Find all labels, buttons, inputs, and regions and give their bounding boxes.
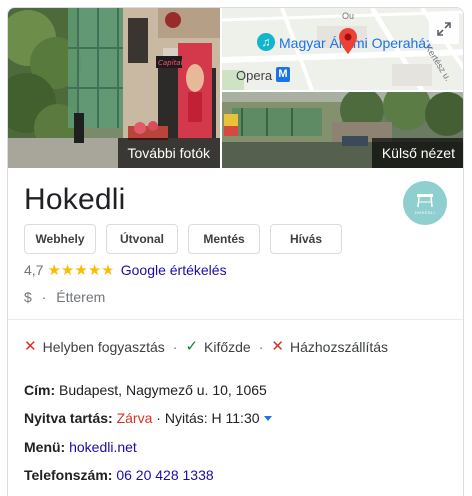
separator: ·: [156, 410, 161, 426]
check-icon: ✓: [185, 338, 199, 355]
hours-status: Zárva: [116, 410, 153, 426]
logo-text: HOKEDLI: [414, 209, 436, 215]
website-button[interactable]: Webhely: [24, 224, 96, 254]
location-pin-icon: [339, 28, 357, 54]
save-button[interactable]: Mentés: [188, 224, 260, 254]
service-dine-in: ✕ Helyben fogyasztás: [24, 339, 165, 355]
cross-icon: ✕: [24, 338, 37, 355]
menu-row: Menü: hokedli.net: [24, 439, 137, 455]
main-photo[interactable]: Capital További fotók: [8, 8, 220, 168]
service-label: Kifőzde: [204, 339, 251, 355]
menu-link[interactable]: hokedli.net: [69, 439, 137, 455]
place-title: Hokedli: [24, 183, 126, 216]
price-level: $: [24, 289, 32, 305]
metro-icon: M: [276, 67, 290, 82]
rating-value: 4,7: [24, 262, 44, 278]
service-takeout: ✓ Kifőzde: [185, 339, 250, 355]
service-options: ✕ Helyben fogyasztás · ✓ Kifőzde · ✕ Ház…: [24, 339, 388, 355]
hours-next-open[interactable]: Nyitás: H 11:30: [165, 410, 260, 426]
address-value: Budapest, Nagymező u. 10, 1065: [59, 382, 267, 398]
expand-icon: [437, 22, 451, 36]
hours-label: Nyitva tartás:: [24, 410, 113, 426]
separator: ·: [41, 289, 47, 305]
phone-row: Telefonszám: 06 20 428 1338: [24, 467, 214, 483]
separator: ·: [172, 339, 178, 355]
directions-button[interactable]: Útvonal: [106, 224, 178, 254]
divider: [8, 319, 463, 320]
shop-sign-text: Capital: [158, 59, 183, 67]
map-thumbnail[interactable]: ♫ Magyar Állami Operaház Ou Opera M Kert…: [222, 8, 463, 90]
service-label: Helyben fogyasztás: [42, 339, 165, 355]
photo-strip: Capital További fotók ♫ Magyar Állami Op…: [8, 8, 463, 168]
map-street-top: Ou: [342, 11, 355, 21]
street-view-photo[interactable]: Külső nézet: [222, 92, 463, 168]
address-label: Cím:: [24, 382, 56, 398]
star-icon: ★: [47, 261, 61, 279]
phone-link[interactable]: 06 20 428 1338: [116, 467, 213, 483]
google-reviews-link[interactable]: Google értékelés: [121, 262, 227, 278]
business-logo: HOKEDLI: [403, 181, 447, 225]
rating-stars: ★ ★ ★ ★ ★: [47, 263, 114, 278]
knowledge-panel: Capital További fotók ♫ Magyar Állami Op…: [7, 7, 464, 496]
cross-icon: ✕: [271, 338, 284, 355]
separator: ·: [258, 339, 264, 355]
service-label: Házhozszállítás: [289, 339, 389, 355]
star-icon: ★: [87, 261, 102, 279]
menu-label: Menü:: [24, 439, 66, 455]
phone-label: Telefonszám:: [24, 467, 113, 483]
service-delivery: ✕ Házhozszállítás: [271, 339, 388, 355]
street-view-button[interactable]: Külső nézet: [371, 138, 463, 168]
star-icon: ★: [60, 261, 75, 279]
hours-row: Nyitva tartás: Zárva · Nyitás: H 11:30: [24, 410, 272, 426]
expand-map-button[interactable]: [429, 14, 459, 44]
expand-hours-icon[interactable]: [263, 416, 272, 421]
category-row: $ · Étterem: [24, 289, 105, 305]
address-row: Cím: Budapest, Nagymező u. 10, 1065: [24, 382, 267, 398]
rating-row: 4,7 ★ ★ ★ ★ ★ Google értékelés: [24, 262, 227, 278]
music-venue-icon: ♫: [257, 33, 275, 51]
more-photos-button[interactable]: További fotók: [117, 138, 220, 168]
action-buttons: Webhely Útvonal Mentés Hívás: [24, 224, 352, 254]
call-button[interactable]: Hívás: [270, 224, 342, 254]
logo-stool-icon: [417, 193, 433, 207]
star-icon: ★: [74, 261, 88, 279]
place-type: Étterem: [56, 289, 106, 305]
map-metro-label: Opera: [236, 68, 273, 83]
partial-star-icon: ★: [101, 261, 115, 279]
